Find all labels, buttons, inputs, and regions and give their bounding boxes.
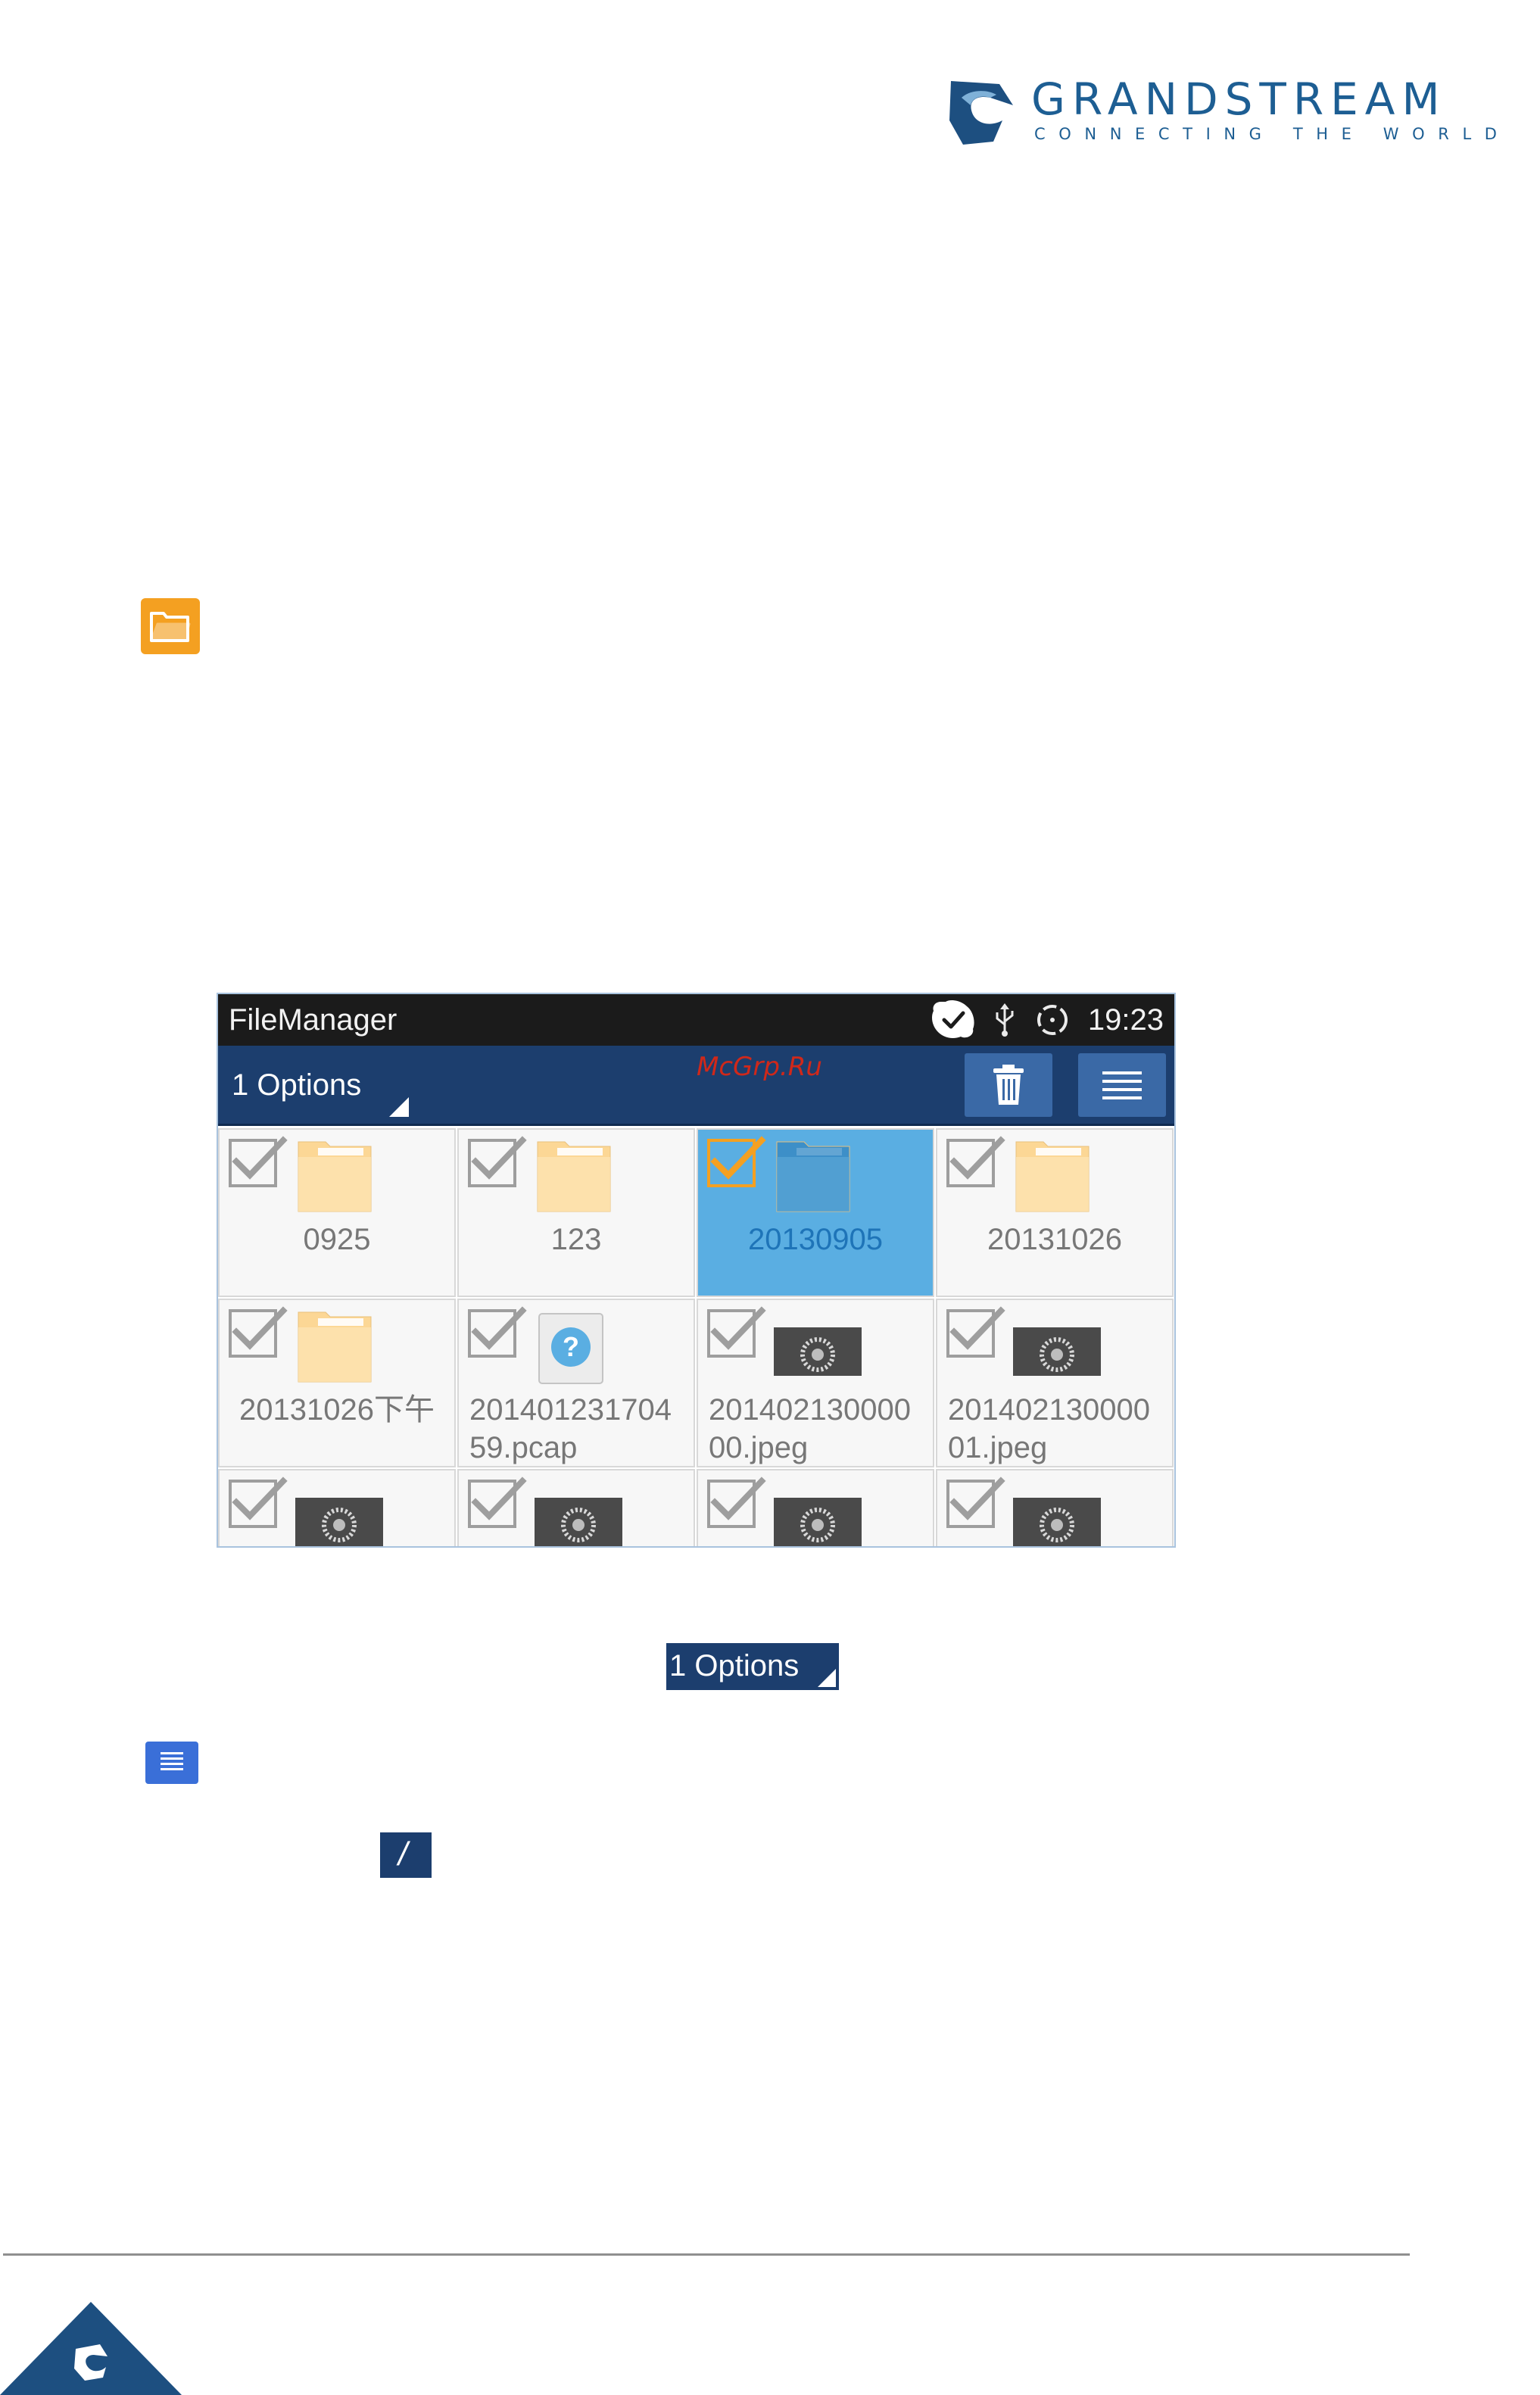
folder-icon: [776, 1141, 850, 1212]
brand-tagline: CONNECTING THE WORLD: [1034, 125, 1510, 143]
filemanager-screen: FileManager 19:23 1 Options 0925 123 201…: [217, 993, 1176, 1548]
svg-text:?: ?: [563, 1331, 579, 1362]
checkbox-icon[interactable]: [227, 1306, 288, 1367]
checkbox-icon[interactable]: [706, 1306, 766, 1367]
unknown-file-icon: ?: [538, 1313, 603, 1384]
file-item[interactable]: [936, 1469, 1174, 1546]
skype-icon: [931, 1000, 974, 1038]
checkbox-icon[interactable]: [227, 1477, 288, 1537]
filemanager-folder-icon: [141, 598, 200, 654]
status-icons: 19:23: [931, 994, 1164, 1046]
file-name: 123: [550, 1223, 602, 1256]
footer-divider: [3, 2253, 1410, 2256]
image-thumbnail-icon: [774, 1498, 862, 1546]
file-name: 20130905: [748, 1223, 883, 1256]
file-item[interactable]: 20130905: [697, 1128, 934, 1297]
file-item[interactable]: 201402130000 01.jpeg: [936, 1299, 1174, 1467]
usb-icon: [996, 1003, 1014, 1037]
dropdown-triangle-icon[interactable]: [389, 1097, 409, 1117]
file-name: 0925: [303, 1223, 371, 1256]
options-dropdown-label[interactable]: 1 Options: [232, 1068, 361, 1102]
checkbox-icon[interactable]: [706, 1136, 766, 1196]
file-name: 20131026下午: [239, 1393, 435, 1427]
checkbox-icon[interactable]: [945, 1136, 1005, 1196]
menu-icon: [1102, 1071, 1142, 1099]
file-item[interactable]: 20131026下午: [218, 1299, 456, 1467]
file-item[interactable]: 201402130000 00.jpeg: [697, 1299, 934, 1467]
delete-button[interactable]: [965, 1053, 1052, 1117]
watermark-text: McGrp.Ru: [697, 1052, 822, 1082]
grandstream-footer-logo-icon: [0, 2302, 182, 2395]
folder-icon: [1015, 1141, 1090, 1212]
file-item[interactable]: 20131026: [936, 1128, 1174, 1297]
checkbox-icon[interactable]: [945, 1477, 1005, 1537]
file-name: 201401231704 59.pcap: [469, 1393, 672, 1464]
image-thumbnail-icon: [1013, 1327, 1101, 1376]
checkbox-icon[interactable]: [466, 1477, 527, 1537]
checkbox-icon[interactable]: [227, 1136, 288, 1196]
image-thumbnail-icon: [774, 1327, 862, 1376]
image-thumbnail-icon: [1013, 1498, 1101, 1546]
rename-inline-icon: /: [380, 1832, 432, 1878]
sync-icon: [1037, 1005, 1068, 1035]
image-thumbnail-icon: [535, 1498, 622, 1546]
grandstream-logo-icon: [949, 81, 1013, 145]
rename-inline-label: /: [398, 1835, 408, 1873]
file-item[interactable]: [697, 1469, 934, 1546]
status-time: 19:23: [1087, 1003, 1164, 1037]
dropdown-triangle-icon: [818, 1669, 836, 1687]
checkbox-icon[interactable]: [466, 1136, 527, 1196]
folder-icon: [298, 1311, 372, 1383]
folder-icon: [298, 1141, 372, 1212]
checkbox-icon[interactable]: [706, 1477, 766, 1537]
trash-icon: [993, 1065, 1024, 1105]
brand-name: GRANDSTREAM: [1031, 73, 1447, 125]
file-name: 201402130000 00.jpeg: [709, 1393, 911, 1464]
file-item[interactable]: 0925: [218, 1128, 456, 1297]
menu-inline-icon: [145, 1742, 198, 1784]
checkbox-icon[interactable]: [945, 1306, 1005, 1367]
options-inline-label: 1 Options: [669, 1649, 800, 1682]
file-item[interactable]: ? 201401231704 59.pcap: [457, 1299, 695, 1467]
folder-icon: [537, 1141, 611, 1212]
status-bar: FileManager 19:23: [218, 994, 1174, 1046]
file-item[interactable]: 123: [457, 1128, 695, 1297]
file-name: 201402130000 01.jpeg: [948, 1393, 1150, 1464]
file-item[interactable]: [457, 1469, 695, 1546]
file-item[interactable]: [218, 1469, 456, 1546]
file-name: 20131026: [987, 1223, 1122, 1256]
image-thumbnail-icon: [295, 1498, 383, 1546]
options-inline-control: 1 Options: [666, 1643, 839, 1690]
checkbox-icon[interactable]: [466, 1306, 527, 1367]
brand-logo: GRANDSTREAM CONNECTING THE WORLD: [946, 72, 1497, 155]
menu-button[interactable]: [1078, 1053, 1166, 1117]
app-title: FileManager: [229, 1003, 397, 1037]
